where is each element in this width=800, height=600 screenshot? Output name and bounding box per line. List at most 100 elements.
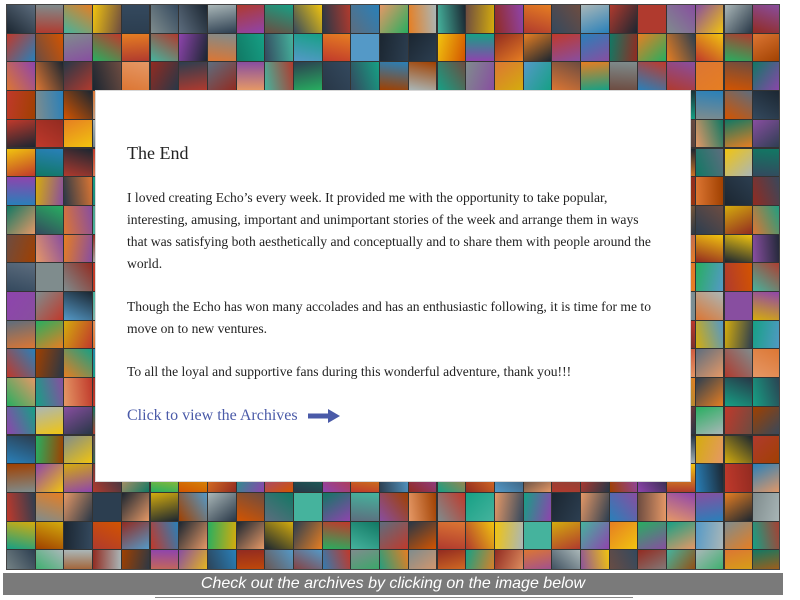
mosaic-tile[interactable] xyxy=(7,349,35,378)
mosaic-tile[interactable] xyxy=(753,62,779,91)
mosaic-tile[interactable] xyxy=(695,435,724,464)
mosaic-tile[interactable] xyxy=(724,464,753,492)
mosaic-tile[interactable] xyxy=(35,5,64,33)
mosaic-tile[interactable] xyxy=(64,205,93,234)
mosaic-tile[interactable] xyxy=(35,320,64,349)
mosaic-tile[interactable] xyxy=(667,62,695,91)
mosaic-tile[interactable] xyxy=(753,234,779,263)
mosaic-tile[interactable] xyxy=(7,33,35,62)
mosaic-tile[interactable] xyxy=(93,521,121,550)
mosaic-tile[interactable] xyxy=(695,378,724,406)
mosaic-tile[interactable] xyxy=(753,550,779,569)
mosaic-tile[interactable] xyxy=(179,492,207,521)
mosaic-tile[interactable] xyxy=(724,378,753,406)
mosaic-tile[interactable] xyxy=(638,492,667,521)
mosaic-tile[interactable] xyxy=(380,550,408,569)
mosaic-tile[interactable] xyxy=(7,119,35,148)
mosaic-tile[interactable] xyxy=(466,5,494,33)
mosaic-tile[interactable] xyxy=(695,320,724,349)
mosaic-tile[interactable] xyxy=(695,521,724,550)
mosaic-tile[interactable] xyxy=(753,320,779,349)
mosaic-tile[interactable] xyxy=(64,263,93,291)
mosaic-tile[interactable] xyxy=(7,292,35,320)
mosaic-tile[interactable] xyxy=(64,33,93,62)
mosaic-tile[interactable] xyxy=(35,492,64,521)
mosaic-tile[interactable] xyxy=(35,33,64,62)
mosaic-tile[interactable] xyxy=(638,5,667,33)
mosaic-tile[interactable] xyxy=(667,521,695,550)
mosaic-tile[interactable] xyxy=(207,5,236,33)
mosaic-tile[interactable] xyxy=(695,550,724,569)
mosaic-tile[interactable] xyxy=(695,62,724,91)
mosaic-tile[interactable] xyxy=(265,33,293,62)
mosaic-tile[interactable] xyxy=(64,148,93,177)
mosaic-tile[interactable] xyxy=(7,263,35,291)
mosaic-tile[interactable] xyxy=(35,205,64,234)
mosaic-tile[interactable] xyxy=(523,33,552,62)
mosaic-tile[interactable] xyxy=(695,263,724,291)
mosaic-tile[interactable] xyxy=(609,550,638,569)
mosaic-tile[interactable] xyxy=(724,234,753,263)
mosaic-tile[interactable] xyxy=(523,521,552,550)
mosaic-tile[interactable] xyxy=(35,464,64,492)
mosaic-tile[interactable] xyxy=(150,33,179,62)
mosaic-tile[interactable] xyxy=(35,148,64,177)
mosaic-tile[interactable] xyxy=(581,550,609,569)
mosaic-tile[interactable] xyxy=(236,62,265,91)
mosaic-tile[interactable] xyxy=(35,234,64,263)
mosaic-tile[interactable] xyxy=(207,550,236,569)
mosaic-tile[interactable] xyxy=(121,62,150,91)
mosaic-tile[interactable] xyxy=(351,550,380,569)
mosaic-tile[interactable] xyxy=(150,521,179,550)
mosaic-tile[interactable] xyxy=(294,492,322,521)
mosaic-tile[interactable] xyxy=(236,492,265,521)
mosaic-tile[interactable] xyxy=(724,435,753,464)
mosaic-tile[interactable] xyxy=(236,521,265,550)
mosaic-tile[interactable] xyxy=(466,492,494,521)
mosaic-tile[interactable] xyxy=(753,33,779,62)
mosaic-tile[interactable] xyxy=(351,62,380,91)
mosaic-tile[interactable] xyxy=(7,521,35,550)
mosaic-tile[interactable] xyxy=(64,492,93,521)
mosaic-tile[interactable] xyxy=(581,521,609,550)
mosaic-tile[interactable] xyxy=(753,177,779,205)
mosaic-tile[interactable] xyxy=(294,5,322,33)
mosaic-tile[interactable] xyxy=(236,33,265,62)
mosaic-tile[interactable] xyxy=(64,320,93,349)
mosaic-tile[interactable] xyxy=(7,550,35,569)
mosaic-tile[interactable] xyxy=(695,234,724,263)
mosaic-tile[interactable] xyxy=(753,263,779,291)
mosaic-tile[interactable] xyxy=(64,349,93,378)
mosaic-tile[interactable] xyxy=(7,5,35,33)
mosaic-tile[interactable] xyxy=(753,119,779,148)
mosaic-tile[interactable] xyxy=(695,292,724,320)
mosaic-tile[interactable] xyxy=(7,148,35,177)
mosaic-tile[interactable] xyxy=(294,33,322,62)
mosaic-tile[interactable] xyxy=(93,5,121,33)
mosaic-tile[interactable] xyxy=(35,378,64,406)
mosaic-tile[interactable] xyxy=(236,5,265,33)
mosaic-tile[interactable] xyxy=(695,464,724,492)
mosaic-tile[interactable] xyxy=(380,492,408,521)
mosaic-tile[interactable] xyxy=(7,91,35,119)
mosaic-tile[interactable] xyxy=(408,550,437,569)
mosaic-tile[interactable] xyxy=(695,148,724,177)
mosaic-tile[interactable] xyxy=(150,492,179,521)
mosaic-tile[interactable] xyxy=(667,492,695,521)
mosaic-tile[interactable] xyxy=(724,521,753,550)
mosaic-tile[interactable] xyxy=(64,464,93,492)
mosaic-tile[interactable] xyxy=(351,492,380,521)
mosaic-tile[interactable] xyxy=(93,492,121,521)
mosaic-tile[interactable] xyxy=(724,91,753,119)
mosaic-tile[interactable] xyxy=(437,5,466,33)
mosaic-tile[interactable] xyxy=(322,492,351,521)
mosaic-tile[interactable] xyxy=(35,406,64,435)
view-archives-link[interactable]: Click to view the Archives xyxy=(127,407,340,425)
mosaic-tile[interactable] xyxy=(179,62,207,91)
mosaic-tile[interactable] xyxy=(7,62,35,91)
mosaic-tile[interactable] xyxy=(7,492,35,521)
mosaic-tile[interactable] xyxy=(638,521,667,550)
mosaic-tile[interactable] xyxy=(7,435,35,464)
mosaic-tile[interactable] xyxy=(437,492,466,521)
mosaic-tile[interactable] xyxy=(494,33,523,62)
